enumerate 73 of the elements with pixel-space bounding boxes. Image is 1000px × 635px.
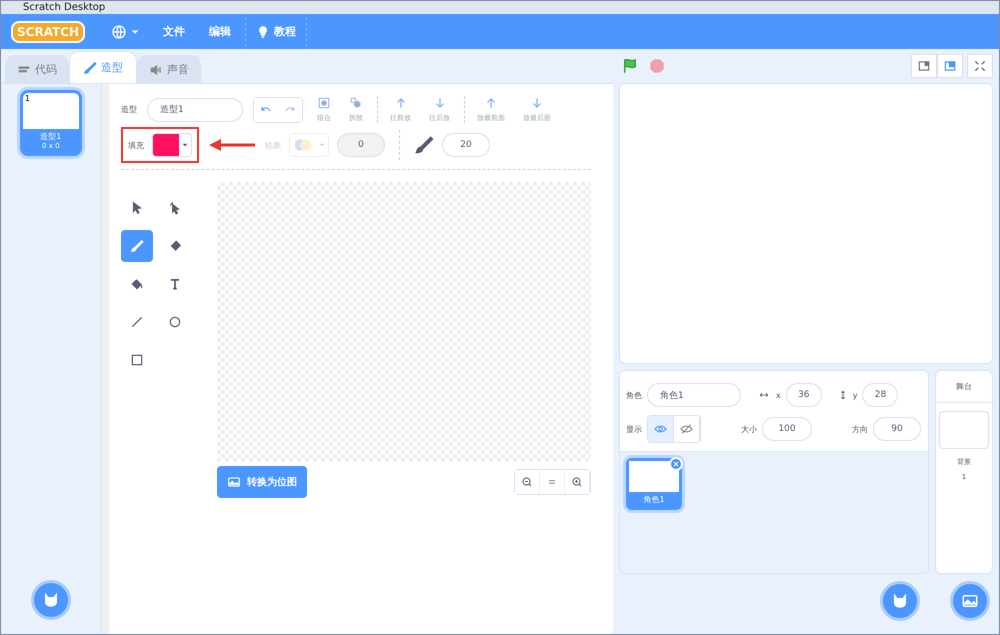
costume-label: 造型 [121,104,137,115]
brush-size-field[interactable]: 20 [442,133,490,157]
sprite-label: 角色 [626,390,642,400]
tab[interactable]: 代码 [5,55,69,83]
brush-icon [414,135,434,155]
costume-name-field[interactable]: 造型1 [147,98,243,122]
stage-title: 舞台 [936,371,992,403]
sprite-name-field[interactable]: 角色1 [647,383,741,407]
zoom-in-icon [571,476,583,488]
brush-icon [130,239,144,253]
normal-stage-icon [943,59,957,73]
caret-icon [131,28,140,36]
show-label: 显示 [626,424,642,434]
zoom-out-icon [521,476,533,488]
sprite-name: 角色1 [642,494,666,506]
close-icon [673,461,679,467]
arrow-drawing [207,138,257,152]
stop-icon [649,58,665,74]
rectangle-tool-icon [130,353,144,367]
line-tool-icon [130,315,144,329]
direction-label: 方向 [852,424,868,434]
menu-item[interactable]: 文件 [153,12,196,52]
globe-icon [111,24,128,40]
x-label: x [776,390,781,400]
show-button[interactable] [648,416,674,442]
eye-slash-icon [680,422,693,436]
costume-name: 造型1 [39,131,62,142]
paint-tool[interactable] [121,230,153,262]
delete-button[interactable] [669,457,683,471]
add-sprite-button[interactable] [880,581,920,621]
direction-field[interactable]: 90 [873,417,921,441]
convert-to-bitmap-button[interactable]: 转换为位图 [217,466,307,498]
horizontal-arrows-icon [757,390,771,400]
tab[interactable]: 声音 [137,55,201,83]
y-label: y [852,390,858,400]
menu-item[interactable]: 编辑 [199,12,242,52]
image-icon [961,592,979,610]
fullscreen-icon [973,59,987,73]
x-field[interactable]: 36 [786,383,822,407]
arrow-cursor-icon [130,201,144,215]
add-costume-button[interactable] [30,580,71,620]
flag-icon [621,57,639,75]
normal-stage-button[interactable] [937,54,963,78]
speaker-icon [149,62,163,76]
tutorials-menu[interactable]: 教程 [245,12,308,52]
fill-color-picker[interactable] [152,133,192,157]
circle-tool-icon [168,315,182,329]
cat-face-icon [891,592,909,610]
caret-icon [319,142,325,148]
ungroup-icon [349,96,363,110]
caret-icon [182,142,188,148]
scratch-logo[interactable]: SCRATCH [11,20,86,42]
group-icon [317,96,331,110]
fill-color-swatch [153,134,179,156]
sprite-thumbnail [629,461,679,492]
brush-icon [83,60,97,74]
backdrop-thumbnail[interactable] [939,411,989,449]
costume-number: 1 [24,94,30,103]
sprite-tile[interactable]: 角色1 [626,458,682,510]
size-label: 大小 [741,424,757,434]
y-field[interactable]: 28 [862,383,898,407]
small-stage-icon [917,59,931,73]
small-stage-button[interactable] [911,54,937,78]
tab[interactable]: 造型 [69,51,137,83]
add-backdrop-button[interactable] [950,581,990,621]
image-icon [227,475,241,489]
fill-label: 填充 [128,140,144,150]
text-tool-icon [168,277,182,291]
reshape-cursor-icon [168,201,182,215]
fullscreen-button[interactable] [967,54,993,78]
zoom-out-button[interactable] [515,470,540,494]
size-field[interactable]: 100 [762,417,812,441]
window-title: Scratch Desktop [23,2,106,14]
